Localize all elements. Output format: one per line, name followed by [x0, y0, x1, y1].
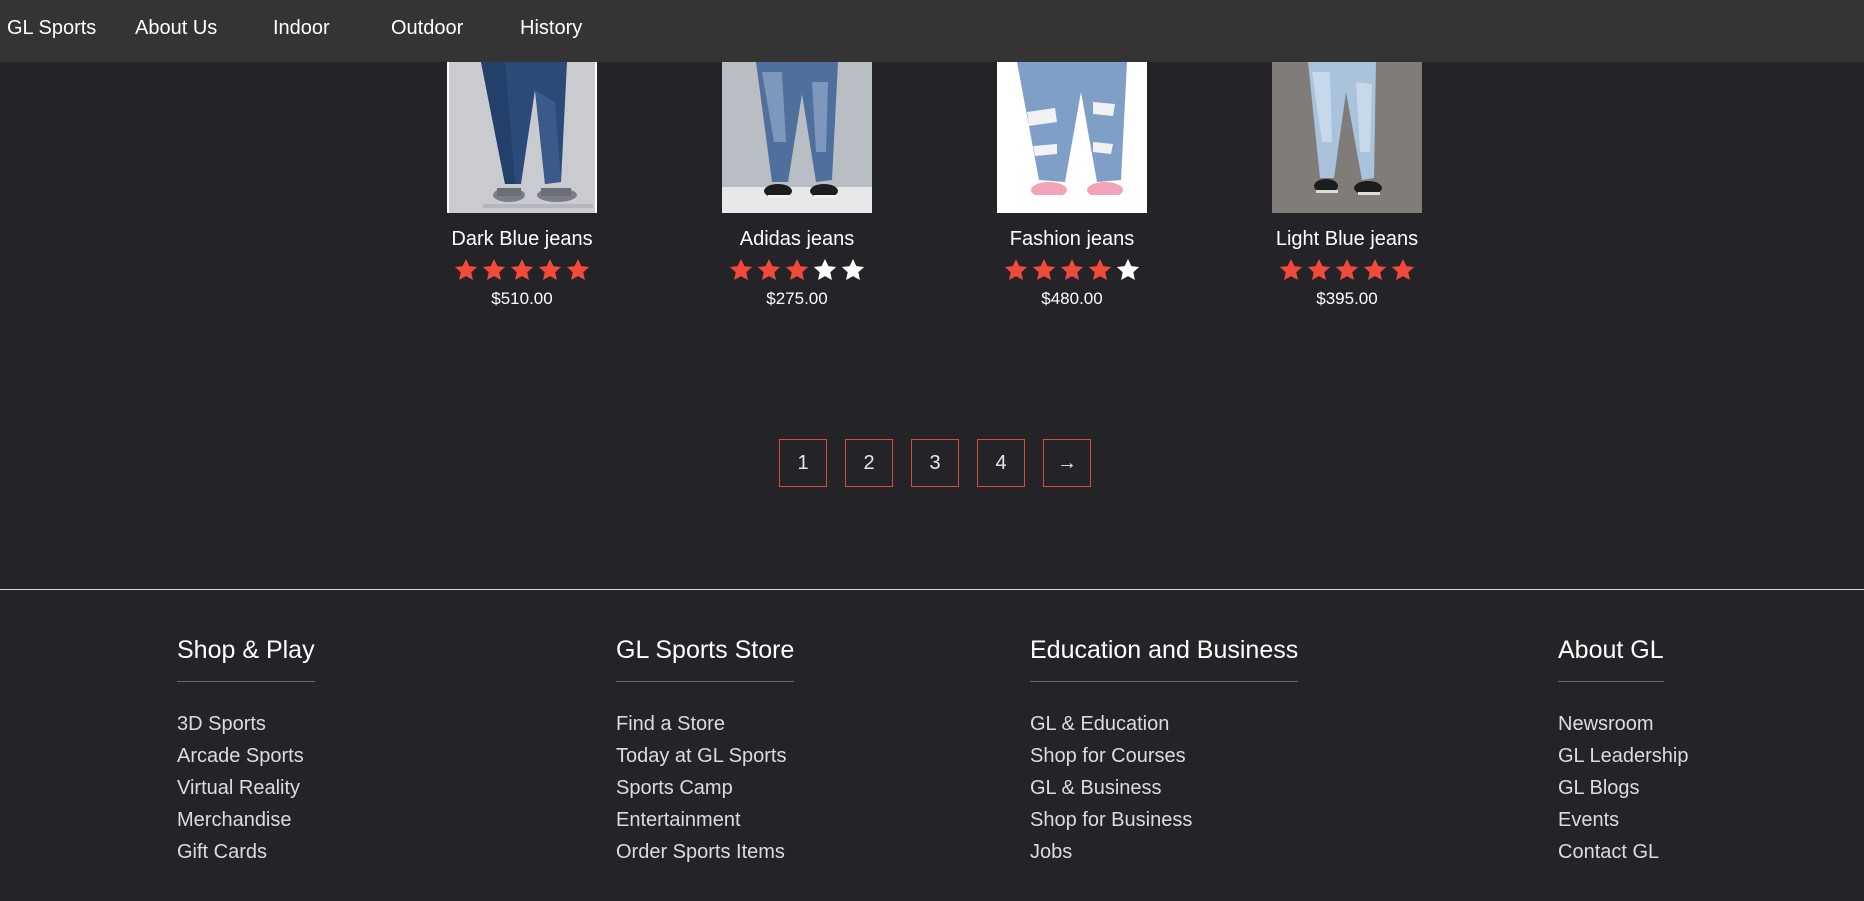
- light-blue-jeans-image[interactable]: [1272, 62, 1422, 213]
- product-card-dark-blue-jeans[interactable]: Dark Blue jeans $510.00: [397, 62, 647, 309]
- product-price: $395.00: [1316, 289, 1378, 308]
- footer-heading: GL Sports Store: [616, 636, 795, 682]
- star-rating: [1222, 257, 1472, 283]
- page-button-4[interactable]: 4: [977, 439, 1025, 487]
- brand-logo-link[interactable]: GL Sports: [7, 17, 96, 40]
- nav-item-about-us[interactable]: About Us: [135, 17, 217, 40]
- footer-divider: [0, 589, 1864, 590]
- footer-link[interactable]: Shop for Business: [1030, 804, 1298, 836]
- product-card-light-blue-jeans[interactable]: Light Blue jeans $395.00: [1222, 62, 1472, 309]
- footer-link[interactable]: Order Sports Items: [616, 836, 794, 868]
- footer-column-about-gl: About GL Newsroom GL Leadership GL Blogs…: [1558, 636, 1688, 868]
- footer-link[interactable]: Virtual Reality: [177, 772, 315, 804]
- star-filled-icon: [1003, 257, 1029, 283]
- product-name[interactable]: Adidas jeans: [672, 227, 922, 251]
- jeans-photo-illustration: [1272, 62, 1422, 213]
- footer-column-shop-and-play: Shop & Play 3D Sports Arcade Sports Virt…: [177, 636, 315, 868]
- footer-column-education-and-business: Education and Business GL & Education Sh…: [1030, 636, 1299, 868]
- star-filled-icon: [1390, 257, 1416, 283]
- star-rating: [672, 257, 922, 283]
- footer-link[interactable]: Entertainment: [616, 804, 794, 836]
- jeans-photo-illustration: [997, 62, 1147, 213]
- product-card-fashion-jeans[interactable]: Fashion jeans $480.00: [947, 62, 1197, 309]
- footer-heading: About GL: [1558, 636, 1664, 682]
- jeans-photo-illustration: [722, 62, 872, 213]
- footer-heading: Education and Business: [1030, 636, 1299, 682]
- star-empty-icon: [840, 257, 866, 283]
- footer-link[interactable]: GL Blogs: [1558, 772, 1688, 804]
- adidas-jeans-image[interactable]: [722, 62, 872, 213]
- dark-blue-jeans-image[interactable]: [447, 62, 597, 213]
- star-filled-icon: [1278, 257, 1304, 283]
- footer-link[interactable]: Sports Camp: [616, 772, 794, 804]
- star-empty-icon: [812, 257, 838, 283]
- pagination: 1 2 3 4 →: [779, 439, 1091, 487]
- star-filled-icon: [1334, 257, 1360, 283]
- footer-link[interactable]: Jobs: [1030, 836, 1298, 868]
- star-filled-icon: [1087, 257, 1113, 283]
- footer-link[interactable]: Find a Store: [616, 708, 794, 740]
- product-price: $510.00: [491, 289, 553, 308]
- star-filled-icon: [537, 257, 563, 283]
- product-name[interactable]: Light Blue jeans: [1222, 227, 1472, 251]
- product-price: $275.00: [766, 289, 828, 308]
- next-page-button[interactable]: →: [1043, 439, 1091, 487]
- star-filled-icon: [509, 257, 535, 283]
- footer-link[interactable]: 3D Sports: [177, 708, 315, 740]
- nav-item-history[interactable]: History: [520, 17, 582, 40]
- footer-link[interactable]: Merchandise: [177, 804, 315, 836]
- footer-link[interactable]: Events: [1558, 804, 1688, 836]
- star-filled-icon: [565, 257, 591, 283]
- footer-heading: Shop & Play: [177, 636, 315, 682]
- product-name[interactable]: Fashion jeans: [947, 227, 1197, 251]
- product-price: $480.00: [1041, 289, 1103, 308]
- footer-link-list: GL & Education Shop for Courses GL & Bus…: [1030, 708, 1298, 868]
- star-filled-icon: [728, 257, 754, 283]
- footer-link-list: Newsroom GL Leadership GL Blogs Events C…: [1558, 708, 1688, 868]
- star-rating: [947, 257, 1197, 283]
- star-filled-icon: [1362, 257, 1388, 283]
- star-empty-icon: [1115, 257, 1141, 283]
- product-name[interactable]: Dark Blue jeans: [397, 227, 647, 251]
- page-button-3[interactable]: 3: [911, 439, 959, 487]
- page-button-2[interactable]: 2: [845, 439, 893, 487]
- footer-link[interactable]: Arcade Sports: [177, 740, 315, 772]
- footer-link[interactable]: Shop for Courses: [1030, 740, 1298, 772]
- footer-link[interactable]: GL Leadership: [1558, 740, 1688, 772]
- footer-link-list: 3D Sports Arcade Sports Virtual Reality …: [177, 708, 315, 868]
- star-filled-icon: [1306, 257, 1332, 283]
- nav-item-indoor[interactable]: Indoor: [273, 17, 330, 40]
- star-filled-icon: [481, 257, 507, 283]
- footer-link[interactable]: Gift Cards: [177, 836, 315, 868]
- page-button-1[interactable]: 1: [779, 439, 827, 487]
- product-card-adidas-jeans[interactable]: Adidas jeans $275.00: [672, 62, 922, 309]
- footer-link[interactable]: Contact GL: [1558, 836, 1688, 868]
- top-navigation-bar: GL Sports About Us Indoor Outdoor Histor…: [0, 0, 1864, 62]
- fashion-jeans-image[interactable]: [997, 62, 1147, 213]
- star-filled-icon: [756, 257, 782, 283]
- footer-link[interactable]: Newsroom: [1558, 708, 1688, 740]
- star-filled-icon: [453, 257, 479, 283]
- jeans-photo-illustration: [449, 62, 595, 213]
- star-filled-icon: [1059, 257, 1085, 283]
- nav-item-outdoor[interactable]: Outdoor: [391, 17, 463, 40]
- star-rating: [397, 257, 647, 283]
- star-filled-icon: [1031, 257, 1057, 283]
- footer-link[interactable]: GL & Business: [1030, 772, 1298, 804]
- footer-link[interactable]: Today at GL Sports: [616, 740, 794, 772]
- footer-link[interactable]: GL & Education: [1030, 708, 1298, 740]
- footer-column-gl-sports-store: GL Sports Store Find a Store Today at GL…: [616, 636, 795, 868]
- footer-link-list: Find a Store Today at GL Sports Sports C…: [616, 708, 794, 868]
- star-filled-icon: [784, 257, 810, 283]
